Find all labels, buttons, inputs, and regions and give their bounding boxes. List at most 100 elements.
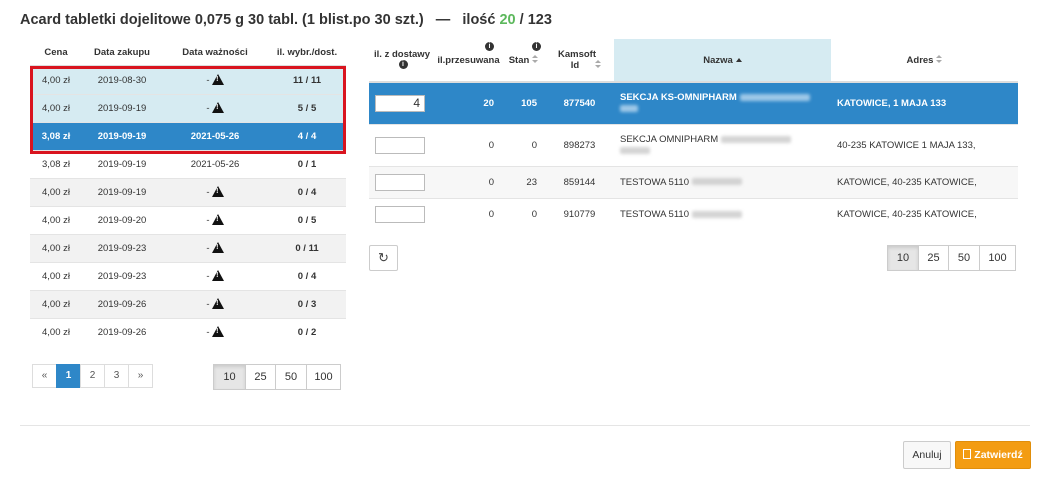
pharmacy-row[interactable]: 20105877540 SEKCJA KS-OMNIPHARM KATOWICE, … xyxy=(369,81,1018,124)
batches-header-row: Cena Data zakupu Data ważności il. wybr.… xyxy=(30,39,346,67)
batch-purchase-date: 2019-09-20 xyxy=(82,205,162,234)
batch-row[interactable]: 4,00 zł2019-08-30 - 11 / 11 xyxy=(30,65,346,94)
stock: 105 xyxy=(502,81,545,124)
col-selected-qty[interactable]: il. wybr./dost. xyxy=(268,39,346,67)
page-size-option[interactable]: 100 xyxy=(306,364,341,390)
warning-triangle-icon xyxy=(211,74,224,86)
batch-price: 4,00 zł xyxy=(30,289,82,318)
col-qty-from-delivery[interactable]: il. z dostawyi xyxy=(369,39,435,83)
batch-qty: 0 / 3 xyxy=(268,289,346,318)
col-purchase-date[interactable]: Data zakupu xyxy=(82,39,162,67)
batch-row[interactable]: 4,00 zł2019-09-23 - 0 / 4 xyxy=(30,261,346,290)
refresh-button[interactable]: ↻ xyxy=(369,245,398,271)
batch-expiry-date: - xyxy=(162,205,268,234)
batch-row[interactable]: 4,00 zł2019-09-19 - 5 / 5 xyxy=(30,93,346,122)
pharmacy-name: SEKCJA OMNIPHARM xyxy=(614,123,831,166)
col-expiry-date[interactable]: Data ważności xyxy=(162,39,268,67)
batch-price: 4,00 zł xyxy=(30,65,82,94)
stock: 0 xyxy=(502,197,545,230)
page-size-option[interactable]: 10 xyxy=(213,364,246,390)
page-size-option[interactable]: 50 xyxy=(275,364,307,390)
batch-row[interactable]: 4,00 zł2019-09-23 - 0 / 11 xyxy=(30,233,346,262)
sort-icon xyxy=(595,60,601,69)
confirm-button[interactable]: Zatwierdź xyxy=(955,441,1031,469)
document-icon xyxy=(963,449,972,459)
page-size-option[interactable]: 25 xyxy=(918,245,949,271)
pharmacy-row[interactable]: 0 0 910779 TESTOWA 5110 KATOWICE, 40-235 KAT… xyxy=(369,197,1018,230)
batch-expiry-date: - xyxy=(162,289,268,318)
qty-from-delivery-input[interactable] xyxy=(375,136,425,154)
qty-done: 20 xyxy=(499,12,516,28)
pharmacy-name-text: SEKCJA OMNIPHARM xyxy=(620,134,719,145)
batch-purchase-date: 2019-09-19 xyxy=(82,177,162,206)
col-name-label: Nazwa xyxy=(703,54,733,66)
col-stock[interactable]: i Stan xyxy=(502,39,545,83)
qty-input-cell xyxy=(369,81,435,124)
col-price[interactable]: Cena xyxy=(30,39,82,67)
info-icon[interactable]: i xyxy=(532,42,541,51)
pharmacy-name: TESTOWA 5110 xyxy=(614,197,831,230)
batch-row[interactable]: 3,08 zł 2019-09-19 2021-05-26 4 / 4 xyxy=(30,121,346,150)
page-size-option[interactable]: 50 xyxy=(948,245,980,271)
qty-sep: / xyxy=(519,12,524,28)
pharmacy-address: 40-235 KATOWICE 1 MAJA 133, xyxy=(831,123,1018,166)
pharmacy-name: SEKCJA KS-OMNIPHARM xyxy=(614,81,831,124)
qty-label: ilość xyxy=(462,12,496,28)
page-size-option[interactable]: 25 xyxy=(245,364,276,390)
batch-purchase-date: 2019-09-23 xyxy=(82,261,162,290)
warning-triangle-icon xyxy=(211,242,224,253)
pharmacy-row[interactable]: 0 0 898273 SEKCJA OMNIPHARM 40-235 KATOWICE … xyxy=(369,123,1018,166)
batch-row[interactable]: 4,00 zł2019-09-26 - 0 / 3 xyxy=(30,289,346,318)
info-icon[interactable]: i xyxy=(398,60,408,69)
qty-from-delivery-input[interactable] xyxy=(375,173,425,191)
batch-qty: 0 / 5 xyxy=(268,205,346,234)
batch-expiry-value: - xyxy=(206,75,210,87)
batch-qty: 0 / 4 xyxy=(268,177,346,206)
qty-transferred: 0 xyxy=(435,165,502,198)
pager-item[interactable]: 2 xyxy=(80,364,105,388)
warning-triangle-icon xyxy=(211,214,224,225)
batches-table: Cena Data zakupu Data ważności il. wybr.… xyxy=(30,39,346,346)
col-name[interactable]: Nazwa xyxy=(614,39,831,83)
qty-from-delivery-input[interactable] xyxy=(375,205,425,223)
batch-row[interactable]: 4,00 zł2019-09-26 - 0 / 2 xyxy=(30,317,346,346)
batches-page-size: 10 25 50 100 xyxy=(213,364,341,390)
batch-row[interactable]: 4,00 zł2019-09-19 - 0 / 4 xyxy=(30,177,346,206)
batch-purchase-date: 2019-08-30 xyxy=(82,65,162,94)
qty-from-delivery-input[interactable] xyxy=(375,94,425,112)
batch-qty: 11 / 11 xyxy=(268,65,346,94)
redacted-text xyxy=(620,146,650,154)
batch-purchase-date: 2019-09-19 xyxy=(82,93,162,122)
cancel-button[interactable]: Anuluj xyxy=(903,441,951,469)
qty-input-cell xyxy=(369,165,435,198)
kamsoft-id: 910779 xyxy=(545,197,614,230)
warning-triangle-icon xyxy=(211,326,224,338)
footer-divider xyxy=(20,425,1030,426)
kamsoft-id: 859144 xyxy=(545,165,614,198)
redacted-text xyxy=(692,178,742,186)
batch-qty: 4 / 4 xyxy=(268,121,346,150)
pharmacies-header-row: il. z dostawyi i il.przesuwana i Stan Ka… xyxy=(369,39,1018,83)
batch-purchase-date: 2019-09-26 xyxy=(82,289,162,318)
title-separator: — xyxy=(435,12,451,28)
batch-expiry-date: - xyxy=(162,261,268,290)
pager-item[interactable]: » xyxy=(128,364,153,388)
pager-item[interactable]: 1 xyxy=(56,364,81,388)
col-address[interactable]: Adres xyxy=(831,39,1018,83)
batch-expiry-date: - xyxy=(162,65,268,94)
warning-triangle-icon xyxy=(211,270,224,281)
page-size-option[interactable]: 100 xyxy=(979,245,1016,271)
transfer-modal: Acard tabletki dojelitowe 0,075 g 30 tab… xyxy=(0,0,1050,478)
batch-row[interactable]: 3,08 zł 2019-09-19 2021-05-26 0 / 1 xyxy=(30,149,346,178)
col-kamsoft-id[interactable]: Kamsoft Id xyxy=(545,39,614,83)
pharmacy-row[interactable]: 0 23 859144 TESTOWA 5110 KATOWICE, 40-235 KA… xyxy=(369,165,1018,198)
page-size-option[interactable]: 10 xyxy=(887,245,919,271)
pager-item[interactable]: 3 xyxy=(104,364,129,388)
info-icon[interactable]: i xyxy=(485,42,494,51)
batch-row[interactable]: 4,00 zł2019-09-20 - 0 / 5 xyxy=(30,205,346,234)
qty-transferred: 20 xyxy=(435,81,502,124)
pager-item[interactable]: « xyxy=(32,364,57,388)
batch-qty: 0 / 1 xyxy=(268,149,346,178)
warning-triangle-icon xyxy=(211,102,224,113)
col-qty-transferred[interactable]: i il.przesuwana xyxy=(435,39,502,83)
